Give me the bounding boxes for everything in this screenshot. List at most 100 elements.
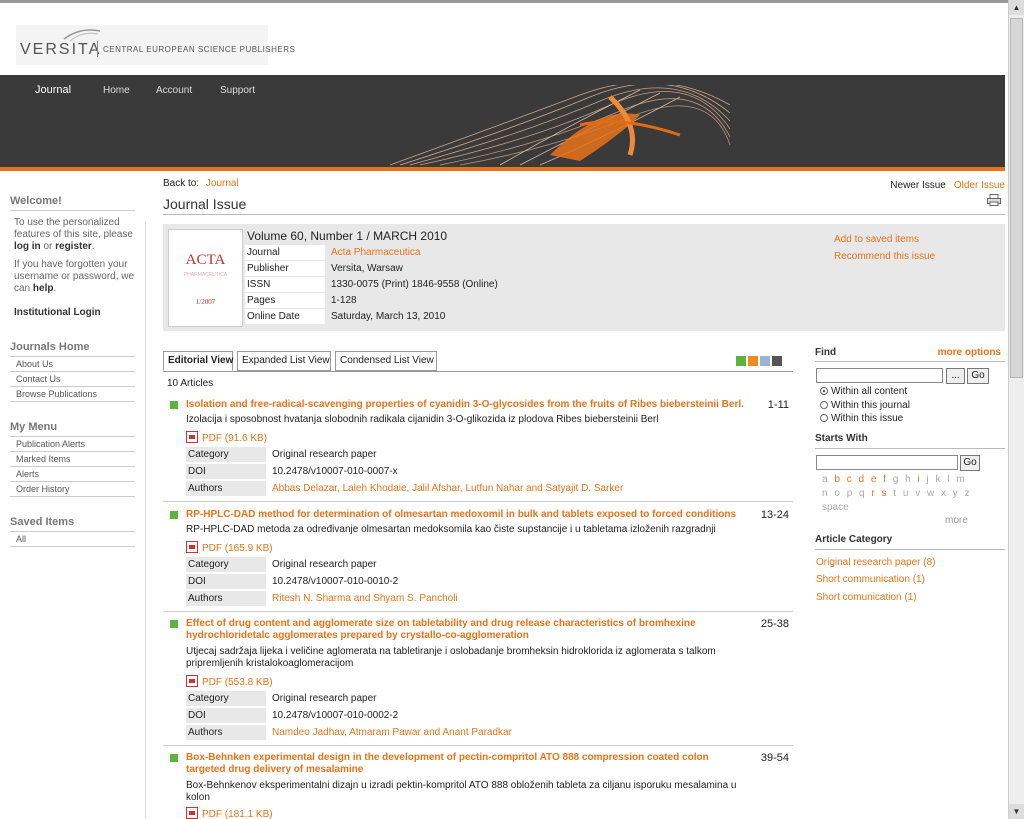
- recommend-issue-link[interactable]: Recommend this issue: [834, 248, 935, 265]
- letter-link-u[interactable]: u: [903, 488, 911, 499]
- letter-link-z[interactable]: z: [965, 488, 972, 499]
- article-title[interactable]: Effect of drug content and agglomerate s…: [186, 618, 746, 642]
- more-letters-link[interactable]: more: [945, 515, 968, 526]
- scrollbar-thumb[interactable]: [1010, 18, 1023, 378]
- letter-link-j[interactable]: j: [926, 474, 930, 485]
- add-icon[interactable]: [736, 356, 746, 366]
- authors-links[interactable]: Ritesh N. Sharma and Shyam S. Pancholi: [272, 591, 458, 606]
- letter-link-f[interactable]: f: [883, 474, 888, 485]
- more-options-link[interactable]: more options: [938, 347, 1001, 358]
- pdf-icon: [186, 807, 198, 819]
- category-original-research[interactable]: Original research paper (8): [816, 557, 936, 568]
- sidebar-item-contact-us[interactable]: Contact Us: [10, 372, 135, 387]
- letter-link-m[interactable]: m: [956, 474, 966, 485]
- category-short-communication[interactable]: Short communication (1): [816, 574, 925, 585]
- sidebar-item-browse-publications[interactable]: Browse Publications: [10, 387, 135, 402]
- pdf-link-label[interactable]: PDF (181.1 KB): [202, 809, 273, 819]
- scope-all-content[interactable]: Within all content: [820, 386, 907, 397]
- help-link[interactable]: help: [33, 283, 54, 294]
- nav-home[interactable]: Home: [103, 85, 130, 96]
- letter-link-d[interactable]: d: [858, 474, 866, 485]
- category-short-comunication[interactable]: Short comunication (1): [816, 592, 917, 603]
- nav-journal[interactable]: Journal: [35, 84, 71, 96]
- pdf-link[interactable]: PDF (181.1 KB): [186, 807, 273, 819]
- nav-account[interactable]: Account: [156, 85, 192, 96]
- journal-link[interactable]: Acta Pharmaceutica: [331, 245, 421, 260]
- letter-link-v[interactable]: v: [915, 488, 922, 499]
- older-issue-link[interactable]: Older Issue: [954, 180, 1005, 191]
- cover-title: ACTA: [185, 252, 226, 268]
- find-input[interactable]: [816, 368, 943, 383]
- vertical-scrollbar[interactable]: ▲ ▼: [1008, 0, 1024, 819]
- banner-artwork: [389, 85, 731, 166]
- tab-expanded-list-view[interactable]: Expanded List View: [237, 351, 331, 371]
- letter-link-y[interactable]: y: [953, 488, 960, 499]
- letter-link-g[interactable]: g: [893, 474, 901, 485]
- article-title[interactable]: Isolation and free-radical-scavenging pr…: [186, 399, 746, 411]
- back-to-journal-link[interactable]: Journal: [206, 178, 239, 189]
- institutional-login-link[interactable]: Institutional Login: [10, 307, 135, 318]
- sidebar-item-publication-alerts[interactable]: Publication Alerts: [10, 437, 135, 452]
- page-title: Journal Issue: [163, 196, 247, 212]
- sidebar-item-alerts[interactable]: Alerts: [10, 467, 135, 482]
- tab-condensed-list-view[interactable]: Condensed List View: [335, 351, 437, 371]
- space-link[interactable]: space: [822, 501, 982, 514]
- scope-this-issue[interactable]: Within this issue: [820, 413, 903, 424]
- letter-link-i[interactable]: i: [917, 474, 921, 485]
- letter-link-t[interactable]: t: [893, 488, 898, 499]
- save-icon[interactable]: [772, 356, 782, 366]
- tab-editorial-view[interactable]: Editorial View: [163, 351, 233, 371]
- meta-key: Authors: [186, 591, 266, 606]
- register-link[interactable]: register: [55, 241, 92, 252]
- welcome-text: To use the personalized features of this…: [10, 217, 135, 253]
- journal-cover-image[interactable]: ACTA PHARMACEUTICA 1/2007: [168, 229, 243, 327]
- authors-links[interactable]: Abbas Delazar, Laleh Khodaie, Jalil Afsh…: [272, 481, 623, 496]
- letter-link-a[interactable]: a: [822, 474, 830, 485]
- letter-link-n[interactable]: n: [822, 488, 830, 499]
- article-title[interactable]: RP-HPLC-DAD method for determination of …: [186, 509, 746, 521]
- pdf-link[interactable]: PDF (553.8 KB): [186, 675, 273, 688]
- issue-meta: Journal Acta Pharmaceutica Publisher Versi…: [245, 245, 745, 325]
- scroll-down-icon[interactable]: ▼: [1009, 804, 1024, 819]
- rss-icon[interactable]: [748, 356, 758, 366]
- letter-link-x[interactable]: x: [941, 488, 948, 499]
- newer-issue-link[interactable]: Newer Issue: [890, 180, 946, 191]
- sidebar-item-all[interactable]: All: [10, 532, 135, 547]
- article-bullet: [170, 754, 178, 762]
- letter-link-l[interactable]: l: [947, 474, 951, 485]
- letter-link-p[interactable]: p: [847, 488, 855, 499]
- add-to-saved-link[interactable]: Add to saved items: [834, 231, 935, 248]
- pdf-link-label[interactable]: PDF (165.9 KB): [202, 543, 273, 554]
- letter-link-w[interactable]: w: [927, 488, 936, 499]
- starts-with-go-button[interactable]: Go: [960, 455, 980, 471]
- radio-selected-icon: [820, 387, 828, 395]
- scroll-up-icon[interactable]: ▲: [1009, 0, 1024, 15]
- sidebar-item-about-us[interactable]: About Us: [10, 357, 135, 372]
- starts-with-input[interactable]: [816, 455, 958, 470]
- login-link[interactable]: log in: [14, 241, 41, 252]
- pdf-link[interactable]: PDF (91.6 KB): [186, 431, 267, 444]
- letter-link-b[interactable]: b: [834, 474, 842, 485]
- find-browse-button[interactable]: ...: [946, 368, 965, 384]
- scope-this-journal[interactable]: Within this journal: [820, 400, 910, 411]
- letter-link-o[interactable]: o: [834, 488, 842, 499]
- letter-link-r[interactable]: r: [871, 488, 876, 499]
- sidebar-item-order-history[interactable]: Order History: [10, 482, 135, 497]
- letter-link-h[interactable]: h: [905, 474, 913, 485]
- find-go-button[interactable]: Go: [967, 368, 989, 384]
- email-icon[interactable]: [760, 356, 770, 366]
- nav-support[interactable]: Support: [220, 85, 255, 96]
- pdf-link-label[interactable]: PDF (553.8 KB): [202, 677, 273, 688]
- letter-link-k[interactable]: k: [935, 474, 942, 485]
- article-title[interactable]: Box-Behnken experimental design in the d…: [186, 752, 746, 776]
- letter-link-c[interactable]: c: [847, 474, 854, 485]
- letter-link-e[interactable]: e: [871, 474, 879, 485]
- letter-link-q[interactable]: q: [859, 488, 867, 499]
- meta-value: Original research paper: [272, 559, 377, 570]
- letter-link-s[interactable]: s: [882, 488, 889, 499]
- pdf-link[interactable]: PDF (165.9 KB): [186, 541, 273, 554]
- authors-links[interactable]: Namdeo Jadhav, Atmaram Pawar and Anant P…: [272, 725, 512, 740]
- pdf-link-label[interactable]: PDF (91.6 KB): [202, 433, 267, 444]
- sidebar-item-marked-items[interactable]: Marked Items: [10, 452, 135, 467]
- print-icon[interactable]: [987, 194, 1001, 206]
